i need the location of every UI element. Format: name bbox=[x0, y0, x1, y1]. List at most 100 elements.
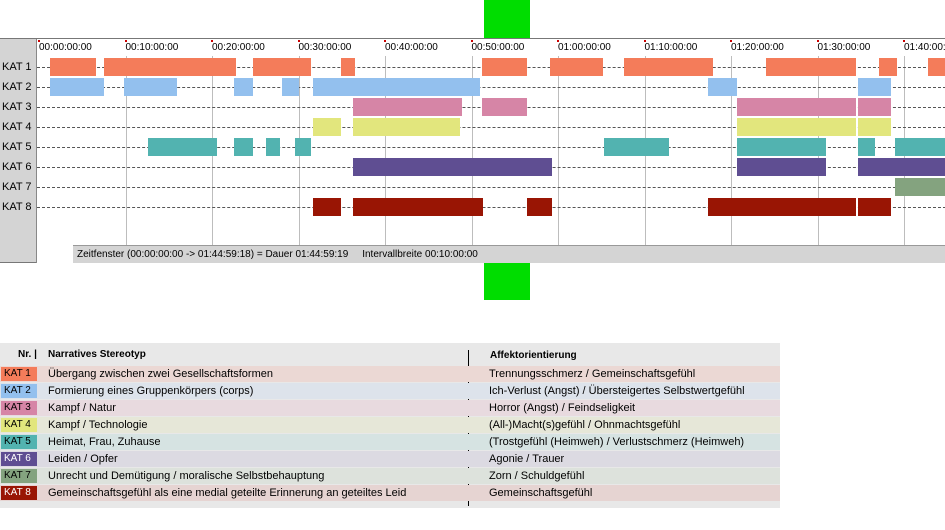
segment-bar[interactable] bbox=[352, 118, 460, 136]
legend-code-badge: KAT 4 bbox=[1, 418, 37, 432]
segment-bar[interactable] bbox=[49, 58, 96, 76]
legend-affekt: (All-)Macht(s)gefühl / Ohnmachtsgefühl bbox=[489, 419, 681, 431]
legend-affekt: Trennungsschmerz / Gemeinschaftsgefühl bbox=[489, 368, 696, 380]
segment-bar[interactable] bbox=[253, 58, 312, 76]
timeline-track-area[interactable]: 00:00:00:00 00:10:00:00 00:20:00:00 00:30:0… bbox=[36, 39, 945, 263]
status-interval: Intervallbreite 00:10:00:00 bbox=[362, 249, 478, 260]
legend-affekt: Agonie / Trauer bbox=[489, 453, 565, 465]
legend-affekt: Zorn / Schuldgefühl bbox=[489, 470, 585, 482]
row-baseline bbox=[37, 187, 945, 188]
timeline-panel: KAT 1 KAT 2 KAT 3 KAT 4 KAT 5 KAT 6 KAT 7 KAT 8… bbox=[0, 38, 945, 263]
legend-affekt: Ich-Verlust (Angst) / Übersteigertes Sel… bbox=[489, 385, 745, 397]
segment-bar[interactable] bbox=[857, 158, 945, 176]
time-tick bbox=[730, 40, 732, 42]
segment-bar[interactable] bbox=[766, 58, 857, 76]
row-label: KAT 3 bbox=[2, 101, 32, 113]
segment-bar[interactable] bbox=[708, 198, 857, 216]
legend-row: KAT 1 Übergang zwischen zwei Gesellschaft… bbox=[0, 366, 780, 382]
segment-bar[interactable] bbox=[736, 138, 826, 156]
segment-bar[interactable] bbox=[281, 78, 300, 96]
row-label: KAT 2 bbox=[2, 81, 32, 93]
status-window: Zeitfenster (00:00:00:00 -> 01:44:59:18)… bbox=[77, 249, 349, 260]
legend-row: KAT 7 Unrecht und Demütigung / moralische… bbox=[0, 468, 780, 484]
category-legend: Nr. | Narratives Stereotyp Affektorienti… bbox=[0, 343, 780, 508]
time-tick bbox=[557, 40, 559, 42]
time-tick bbox=[38, 40, 40, 42]
legend-code-badge: KAT 3 bbox=[1, 401, 37, 415]
segment-bar[interactable] bbox=[526, 198, 552, 216]
legend-row: KAT 6 Leiden / Opfer Agonie / Trauer bbox=[0, 451, 780, 467]
segment-bar[interactable] bbox=[312, 118, 342, 136]
segment-bar[interactable] bbox=[312, 198, 342, 216]
segment-bar[interactable] bbox=[352, 98, 462, 116]
legend-affekt: (Trostgefühl (Heimweh) / Verlustschmerz … bbox=[489, 436, 745, 448]
time-tick bbox=[470, 40, 473, 42]
legend-row: KAT 8 Gemeinschaftsgefühl als eine medial… bbox=[0, 485, 780, 501]
legend-stereotype: Leiden / Opfer bbox=[48, 453, 118, 465]
time-tick bbox=[124, 40, 127, 42]
row-label: KAT 8 bbox=[2, 201, 32, 213]
segment-bar[interactable] bbox=[895, 138, 945, 156]
segment-bar[interactable] bbox=[736, 118, 857, 136]
legend-code-badge: KAT 2 bbox=[1, 384, 37, 398]
segment-bar[interactable] bbox=[604, 138, 670, 156]
segment-bar[interactable] bbox=[549, 58, 603, 76]
legend-code-badge: KAT 6 bbox=[1, 452, 37, 466]
legend-affekt: Gemeinschaftsgefühl bbox=[489, 487, 593, 499]
time-label: 01:40:00:00 bbox=[904, 42, 945, 53]
segment-bar[interactable] bbox=[234, 78, 254, 96]
segment-bar[interactable] bbox=[857, 198, 891, 216]
segment-bar[interactable] bbox=[124, 78, 178, 96]
time-label: 01:20:00:00 bbox=[731, 42, 784, 53]
legend-row: KAT 3 Kampf / Natur Horror (Angst) / Feind… bbox=[0, 400, 780, 416]
time-label: 00:20:00:00 bbox=[212, 42, 265, 53]
segment-bar[interactable] bbox=[857, 118, 891, 136]
segment-bar[interactable] bbox=[294, 138, 312, 156]
legend-header-affekt: Affektorientierung bbox=[490, 350, 577, 361]
legend-stereotype: Kampf / Technologie bbox=[48, 419, 148, 431]
legend-stereotype: Unrecht und Demütigung / moralische Selb… bbox=[48, 470, 325, 482]
time-tick bbox=[903, 40, 905, 42]
row-label: KAT 4 bbox=[2, 121, 32, 133]
segment-bar[interactable] bbox=[736, 98, 857, 116]
legend-header-nr: Nr. | bbox=[18, 349, 37, 360]
segment-bar[interactable] bbox=[352, 158, 552, 176]
segment-bar[interactable] bbox=[857, 78, 891, 96]
time-label: 00:50:00:00 bbox=[471, 42, 525, 53]
row-label: KAT 5 bbox=[2, 141, 32, 153]
segment-bar[interactable] bbox=[49, 78, 104, 96]
segment-bar[interactable] bbox=[103, 58, 236, 76]
time-tick bbox=[384, 40, 386, 42]
time-tick bbox=[816, 40, 819, 42]
time-label: 01:10:00:00 bbox=[644, 42, 698, 53]
segment-bar[interactable] bbox=[878, 58, 897, 76]
segment-bar[interactable] bbox=[352, 198, 484, 216]
legend-code-badge: KAT 1 bbox=[1, 367, 37, 381]
segment-bar[interactable] bbox=[312, 78, 480, 96]
time-tick bbox=[297, 40, 300, 42]
segment-bar[interactable] bbox=[234, 138, 254, 156]
grid-line bbox=[558, 56, 559, 245]
segment-bar[interactable] bbox=[857, 98, 891, 116]
legend-stereotype: Kampf / Natur bbox=[48, 402, 116, 414]
segment-bar[interactable] bbox=[895, 178, 945, 196]
segment-bar[interactable] bbox=[266, 138, 281, 156]
legend-stereotype: Heimat, Frau, Zuhause bbox=[48, 436, 161, 448]
segment-bar[interactable] bbox=[147, 138, 217, 156]
segment-bar[interactable] bbox=[857, 138, 876, 156]
segment-bar[interactable] bbox=[927, 58, 945, 76]
segment-bar[interactable] bbox=[341, 58, 356, 76]
legend-affekt: Horror (Angst) / Feindseligkeit bbox=[489, 402, 636, 414]
segment-bar[interactable] bbox=[624, 58, 714, 76]
time-tick bbox=[643, 40, 646, 42]
segment-bar[interactable] bbox=[481, 98, 527, 116]
time-label: 01:30:00:00 bbox=[817, 42, 871, 53]
legend-row: KAT 2 Formierung eines Gruppenkörpers (co… bbox=[0, 383, 780, 399]
legend-stereotype: Übergang zwischen zwei Gesellschaftsform… bbox=[48, 368, 273, 380]
segment-bar[interactable] bbox=[708, 78, 737, 96]
segment-bar[interactable] bbox=[736, 158, 826, 176]
legend-row: KAT 4 Kampf / Technologie (All-)Macht(s)ge… bbox=[0, 417, 780, 433]
segment-bar[interactable] bbox=[481, 58, 527, 76]
time-label: 01:00:00:00 bbox=[558, 42, 611, 53]
status-bar: Zeitfenster (00:00:00:00 -> 01:44:59:18)… bbox=[73, 245, 945, 263]
